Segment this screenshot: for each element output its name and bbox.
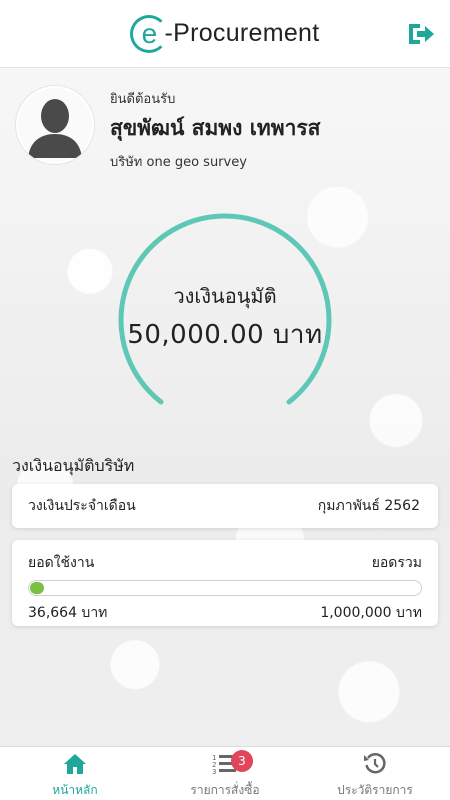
- nav-history-label: ประวัติรายการ: [337, 783, 413, 797]
- home-icon: [64, 754, 86, 774]
- avatar: [16, 86, 94, 164]
- monthly-label: วงเงินประจำเดือน: [28, 498, 136, 514]
- app-logo: e -Procurement: [130, 14, 320, 53]
- history-icon: [364, 753, 386, 774]
- svg-text:3: 3: [212, 768, 216, 776]
- nav-home[interactable]: หน้าหลัก: [0, 747, 150, 800]
- bottom-nav: หน้าหลัก 1 2 3 3 รายการสั่งซื้อ ประวัติร…: [0, 746, 450, 800]
- company-name: บริษัท one geo survey: [110, 155, 247, 170]
- usage-card: ยอดใช้งาน ยอดรวม 36,664 บาท 1,000,000 บา…: [12, 540, 438, 626]
- approved-limit-gauge: วงเงินอนุมัติ 50,000.00 บาท: [0, 198, 450, 418]
- gauge-label: วงเงินอนุมัติ: [173, 284, 277, 308]
- user-name: สุขพัฒน์ สมพง เทพารส: [110, 116, 321, 140]
- welcome-text: ยินดีต้อนรับ: [110, 92, 176, 107]
- app-header: e -Procurement: [0, 0, 450, 68]
- orders-badge: 3: [231, 750, 253, 772]
- used-value: 36,664 บาท: [28, 605, 108, 621]
- used-label: ยอดใช้งาน: [28, 555, 95, 571]
- logout-icon: [409, 24, 434, 44]
- month-value: กุมภาพันธ์ 2562: [317, 498, 420, 514]
- usage-progress-fill: [30, 582, 45, 594]
- monthly-limit-card: วงเงินประจำเดือน กุมภาพันธ์ 2562: [12, 484, 438, 528]
- total-value: 1,000,000 บาท: [320, 605, 422, 621]
- nav-history[interactable]: ประวัติรายการ: [300, 747, 450, 800]
- nav-home-label: หน้าหลัก: [52, 783, 98, 797]
- user-profile: ยินดีต้อนรับ สุขพัฒน์ สมพง เทพารส บริษัท…: [16, 86, 434, 170]
- usage-progress-bar: [28, 580, 422, 596]
- total-label: ยอดรวม: [371, 555, 422, 571]
- logo-e-mark: e: [130, 14, 169, 53]
- gauge-amount: 50,000.00 บาท: [127, 320, 323, 350]
- logo-text: -Procurement: [164, 19, 320, 47]
- nav-orders[interactable]: 1 2 3 3 รายการสั่งซื้อ: [150, 747, 300, 800]
- profile-info: ยินดีต้อนรับ สุขพัฒน์ สมพง เทพารส บริษัท…: [110, 88, 320, 172]
- nav-orders-label: รายการสั่งซื้อ: [190, 783, 260, 797]
- section-title: วงเงินอนุมัติบริษัท: [12, 456, 135, 475]
- logout-button[interactable]: [406, 20, 436, 48]
